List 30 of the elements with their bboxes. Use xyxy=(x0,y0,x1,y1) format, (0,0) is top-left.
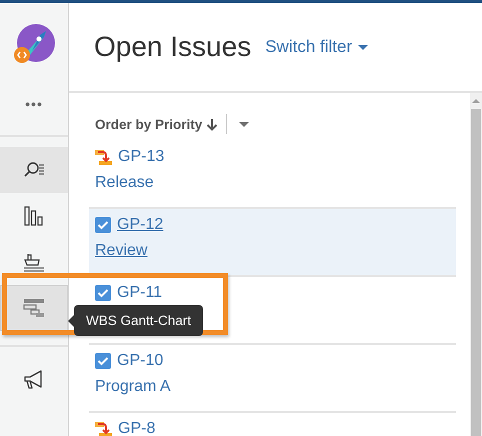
caret-icon xyxy=(358,44,368,50)
arrow-down-icon xyxy=(206,118,218,130)
search-icon xyxy=(23,161,45,179)
ship-icon xyxy=(23,252,45,272)
issue-key[interactable]: GP-13 xyxy=(118,148,164,166)
sort-button[interactable]: Order by Priority xyxy=(95,116,218,132)
issue-row[interactable]: GP-8 xyxy=(89,413,456,436)
bar-arrow-icon xyxy=(95,422,112,436)
scrollbar[interactable] xyxy=(470,93,482,436)
bar-chart-icon xyxy=(24,206,44,226)
more-button[interactable]: ••• xyxy=(21,87,47,121)
tooltip: WBS Gantt-Chart xyxy=(74,305,204,336)
issue-row[interactable]: GP-10 Program A xyxy=(89,345,456,413)
issue-key[interactable]: GP-10 xyxy=(117,352,164,370)
page-title: Open Issues xyxy=(94,31,252,63)
issue-summary[interactable]: Review xyxy=(95,238,148,264)
switch-filter-link[interactable]: Switch filter xyxy=(265,37,368,57)
bar-arrow-icon xyxy=(95,150,112,164)
checkbox-icon xyxy=(95,217,111,233)
checkbox-icon xyxy=(95,353,111,369)
gantt-chart-icon xyxy=(23,298,45,318)
scrollbar-thumb[interactable] xyxy=(471,109,481,436)
issue-key[interactable]: GP-12 xyxy=(117,216,164,234)
issue-row[interactable]: GP-12 Review xyxy=(89,209,456,277)
issue-key[interactable]: GP-11 xyxy=(117,284,162,302)
issue-summary[interactable]: Release xyxy=(95,170,154,196)
checkbox-icon xyxy=(95,285,111,301)
issue-summary[interactable]: Program A xyxy=(95,374,171,400)
issue-key[interactable]: GP-8 xyxy=(118,420,156,436)
sidebar-item[interactable] xyxy=(0,147,68,193)
